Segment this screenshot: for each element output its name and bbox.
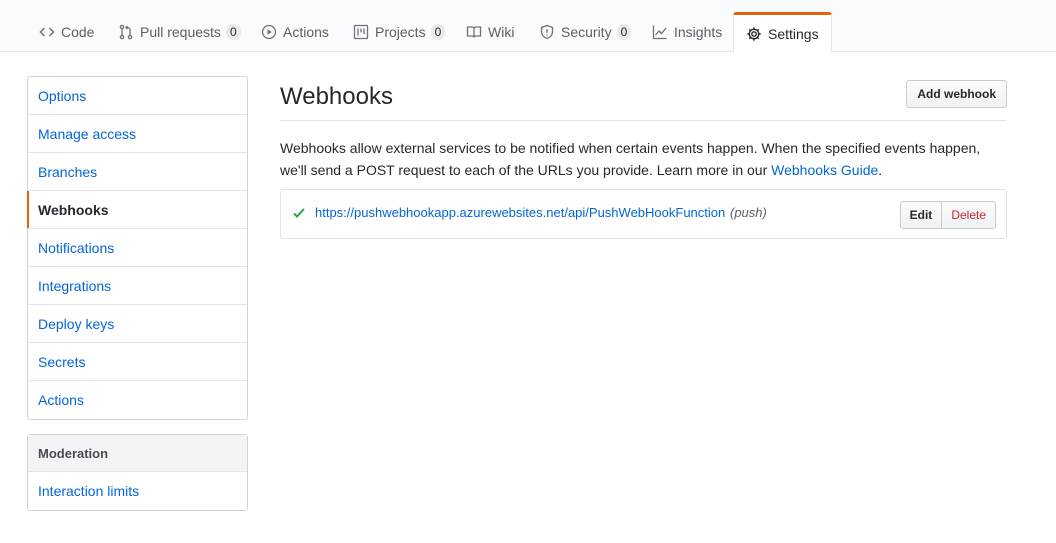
sidebar-item-secrets[interactable]: Secrets: [28, 343, 247, 381]
pull-request-icon: [118, 24, 134, 40]
page-title: Webhooks: [280, 83, 393, 110]
tab-label: Actions: [283, 24, 329, 40]
code-icon: [39, 24, 55, 40]
sidebar-item-deploy-keys[interactable]: Deploy keys: [28, 305, 247, 343]
tab-label: Insights: [674, 24, 723, 40]
book-icon: [466, 24, 482, 40]
tab-label: Projects: [375, 24, 426, 40]
moderation-heading: Moderation: [28, 435, 247, 472]
tab-settings[interactable]: Settings: [733, 12, 832, 53]
graph-icon: [652, 24, 668, 40]
tab-actions[interactable]: Actions: [253, 12, 337, 52]
sidebar-item-interaction-limits[interactable]: Interaction limits: [28, 472, 247, 510]
tab-label: Pull requests: [140, 24, 221, 40]
tab-security[interactable]: Security 0: [531, 12, 639, 52]
tab-label: Code: [61, 24, 95, 40]
webhook-events: (push): [730, 205, 767, 220]
sidebar-item-webhooks[interactable]: Webhooks: [27, 191, 247, 229]
pull-requests-counter: 0: [225, 24, 241, 40]
webhooks-description: Webhooks allow external services to be n…: [280, 137, 1010, 181]
shield-icon: [539, 24, 555, 40]
delete-webhook-button[interactable]: Delete: [942, 201, 996, 229]
project-icon: [353, 24, 369, 40]
webhook-actions: Edit Delete: [899, 201, 996, 229]
tab-pull-requests[interactable]: Pull requests 0: [110, 12, 249, 52]
repo-nav: Code Pull requests 0 Actions Projects 0 …: [0, 0, 1056, 53]
edit-webhook-button[interactable]: Edit: [899, 201, 943, 229]
sidebar-item-notifications[interactable]: Notifications: [28, 229, 247, 267]
tab-projects[interactable]: Projects 0: [345, 12, 453, 52]
webhook-url-link[interactable]: https://pushwebhookapp.azurewebsites.net…: [315, 205, 725, 220]
tab-label: Security: [561, 24, 612, 40]
tab-wiki[interactable]: Wiki: [458, 12, 522, 52]
subhead: Webhooks Add webhook: [280, 76, 1007, 121]
play-icon: [261, 24, 277, 40]
tab-label: Wiki: [488, 24, 515, 40]
sidebar-item-integrations[interactable]: Integrations: [28, 267, 247, 305]
settings-sidebar: Options Manage access Branches Webhooks …: [27, 76, 248, 420]
moderation-sidebar: Moderation Interaction limits: [27, 434, 248, 511]
security-counter: 0: [616, 24, 632, 40]
check-icon: [292, 206, 306, 220]
sidebar-item-options[interactable]: Options: [28, 77, 247, 115]
projects-counter: 0: [430, 24, 446, 40]
tab-insights[interactable]: Insights: [644, 12, 730, 52]
webhook-list-item: https://pushwebhookapp.azurewebsites.net…: [280, 189, 1007, 239]
sidebar-item-manage-access[interactable]: Manage access: [28, 115, 247, 153]
description-end: .: [878, 162, 883, 178]
tab-label: Settings: [768, 25, 819, 42]
add-webhook-button[interactable]: Add webhook: [906, 80, 1007, 108]
webhooks-guide-link[interactable]: Webhooks Guide: [771, 162, 878, 178]
sidebar-item-branches[interactable]: Branches: [28, 153, 247, 191]
sidebar-item-actions[interactable]: Actions: [28, 381, 247, 419]
gear-icon: [746, 26, 762, 42]
tab-code[interactable]: Code: [31, 12, 102, 52]
